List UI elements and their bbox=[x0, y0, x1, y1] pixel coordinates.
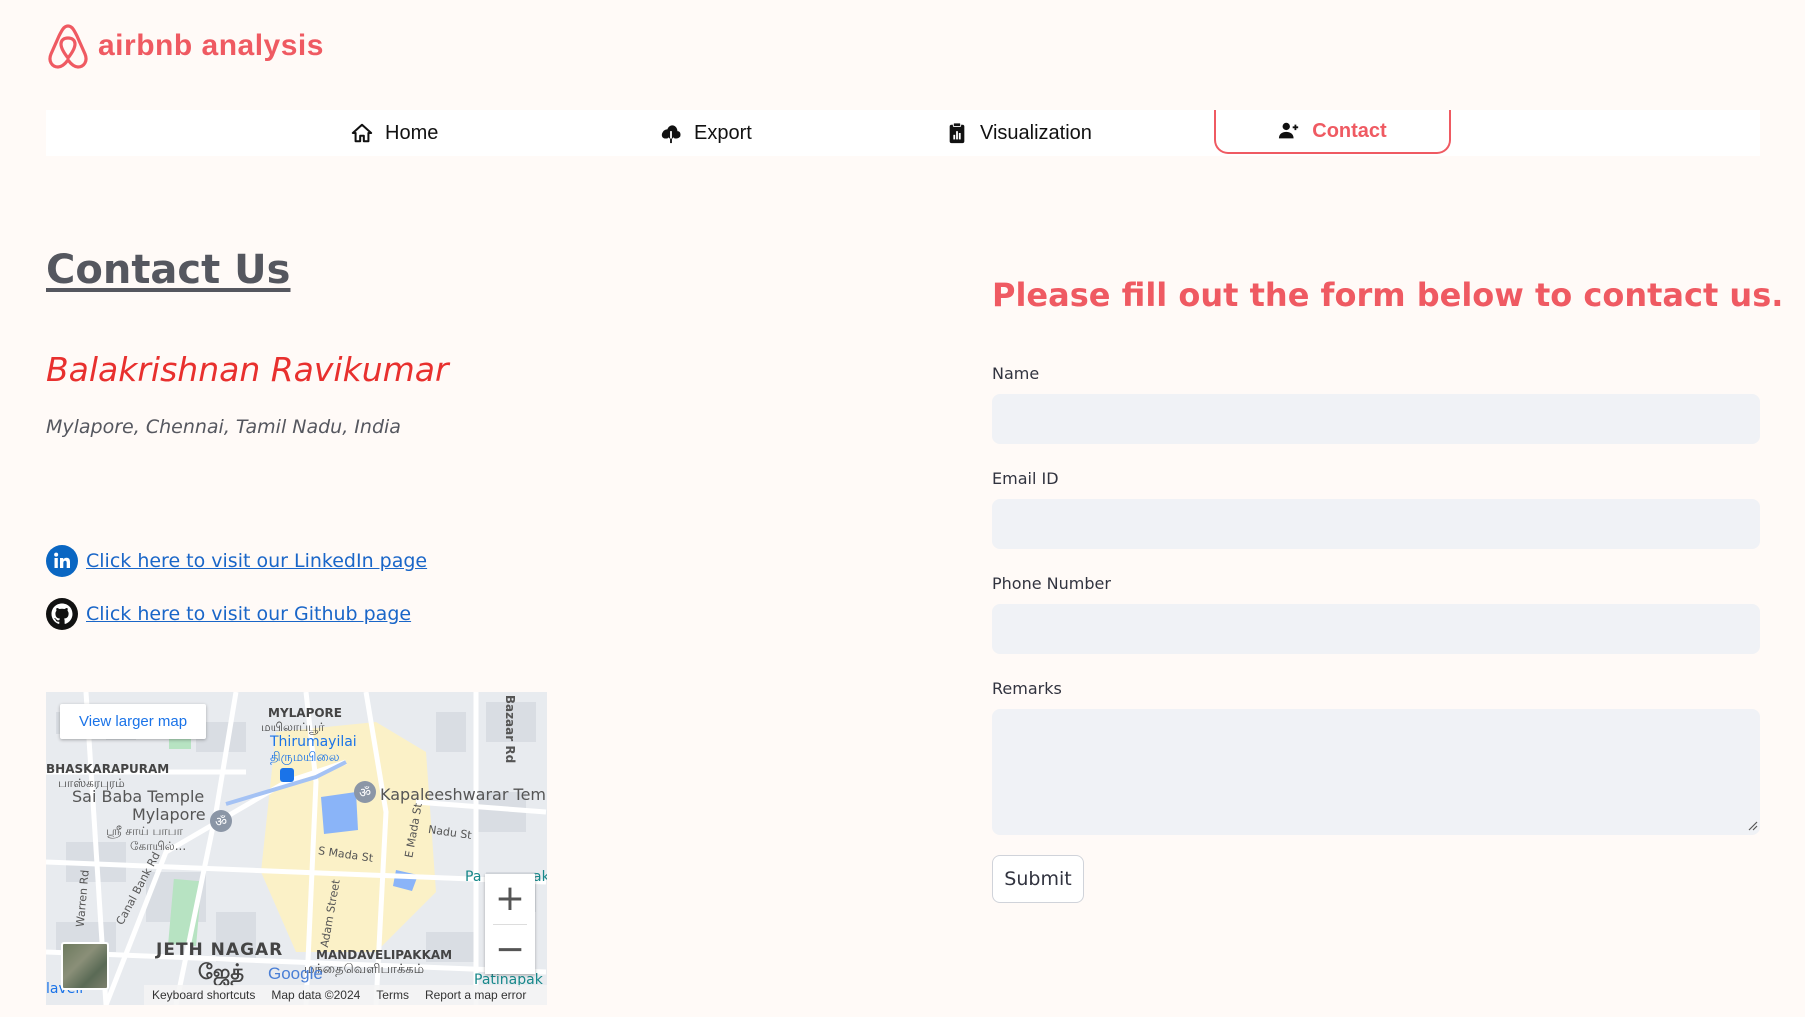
map-label: MANDAVELIPAKKAM bbox=[316, 948, 453, 962]
form-heading: Please fill out the form below to contac… bbox=[992, 276, 1784, 314]
map-label: ஜேத் bbox=[198, 960, 245, 984]
page-title: Contact Us bbox=[46, 247, 291, 293]
airbnb-logo-icon bbox=[48, 24, 88, 69]
email-label: Email ID bbox=[992, 469, 1059, 488]
resize-grip-icon[interactable] bbox=[1746, 819, 1758, 831]
satellite-toggle-thumbnail[interactable] bbox=[61, 942, 109, 990]
remarks-label: Remarks bbox=[992, 679, 1062, 698]
linkedin-icon[interactable] bbox=[46, 545, 78, 577]
map-label: திருமயிலை bbox=[270, 750, 340, 765]
embedded-map[interactable]: ॐ ॐ MYLAPORE மயிலாப்பூர் Thirumayilai தி… bbox=[46, 692, 547, 1005]
svg-text:ॐ: ॐ bbox=[215, 815, 227, 830]
svg-text:ॐ: ॐ bbox=[359, 786, 371, 801]
nav-item-label: Contact bbox=[1312, 119, 1387, 142]
person-add-icon bbox=[1279, 122, 1299, 139]
map-footer: Keyboard shortcuts Map data ©2024 Terms … bbox=[144, 985, 547, 1005]
report-map-error-link[interactable]: Report a map error bbox=[425, 988, 526, 1002]
cloud-download-icon bbox=[661, 125, 681, 144]
map-label: Thirumayilai bbox=[270, 734, 357, 750]
map-label: MYLAPORE bbox=[268, 706, 342, 720]
map-zoom-control: + − bbox=[485, 874, 535, 974]
map-data-attribution: Map data ©2024 bbox=[271, 988, 361, 1002]
map-label: Mylapore bbox=[132, 805, 206, 824]
nav-item-label: Export bbox=[694, 121, 752, 144]
map-label: Sai Baba Temple bbox=[72, 787, 205, 806]
app-title: airbnb analysis bbox=[98, 29, 324, 62]
nav-item-contact[interactable]: Contact bbox=[1214, 110, 1451, 154]
clipboard-chart-icon bbox=[949, 122, 965, 144]
map-label: JETH NAGAR bbox=[156, 940, 284, 960]
map-label: BHASKARAPURAM bbox=[46, 762, 170, 776]
nav-item-label: Visualization bbox=[980, 121, 1092, 144]
map-label: Kapaleeshwarar Temp bbox=[380, 785, 547, 804]
map-label: ஸ்ரீ சாய் பாபா bbox=[106, 824, 183, 838]
name-label: Name bbox=[992, 364, 1040, 383]
linkedin-link-row: Click here to visit our LinkedIn page bbox=[46, 545, 427, 577]
github-icon[interactable] bbox=[46, 598, 78, 630]
phone-input[interactable] bbox=[992, 604, 1760, 654]
nav-item-visualization[interactable]: Visualization bbox=[946, 110, 1092, 156]
github-link[interactable]: Click here to visit our Github page bbox=[86, 603, 411, 625]
email-input[interactable] bbox=[992, 499, 1760, 549]
nav-item-home[interactable]: Home bbox=[351, 110, 438, 156]
submit-button[interactable]: Submit bbox=[992, 855, 1084, 903]
remarks-textarea[interactable] bbox=[992, 709, 1760, 835]
view-larger-map-button[interactable]: View larger map bbox=[60, 704, 207, 739]
zoom-in-button[interactable]: + bbox=[485, 874, 535, 924]
phone-label: Phone Number bbox=[992, 574, 1111, 593]
linkedin-link[interactable]: Click here to visit our LinkedIn page bbox=[86, 550, 427, 572]
terms-link[interactable]: Terms bbox=[376, 988, 409, 1002]
contact-address: Mylapore, Chennai, Tamil Nadu, India bbox=[46, 416, 401, 438]
app-logo: airbnb analysis bbox=[46, 22, 324, 70]
zoom-out-button[interactable]: − bbox=[485, 924, 535, 974]
nav-item-export[interactable]: Export bbox=[660, 110, 752, 156]
google-logo: Google bbox=[268, 964, 323, 983]
github-link-row: Click here to visit our Github page bbox=[46, 598, 411, 630]
map-label: ak bbox=[533, 869, 547, 885]
contact-person-name: Balakrishnan Ravikumar bbox=[46, 350, 449, 389]
top-navigation: Home Export Visualization Contact bbox=[46, 110, 1760, 156]
nav-item-label: Home bbox=[385, 121, 439, 144]
house-icon bbox=[351, 123, 373, 143]
map-label: Bazaar Rd bbox=[503, 694, 518, 764]
map-label: Pa bbox=[465, 869, 482, 885]
name-input[interactable] bbox=[992, 394, 1760, 444]
keyboard-shortcuts-link[interactable]: Keyboard shortcuts bbox=[152, 988, 255, 1002]
